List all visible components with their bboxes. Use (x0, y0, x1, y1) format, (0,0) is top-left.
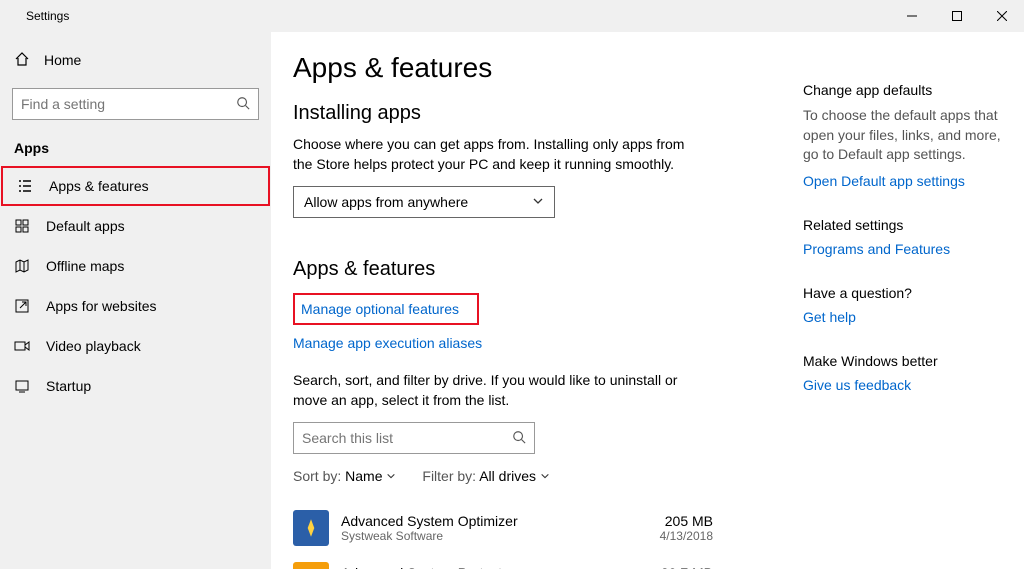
sidebar: Home Apps Apps & features Default apps O… (0, 32, 271, 569)
app-icon (293, 562, 329, 569)
filter-by-control[interactable]: Filter by: All drives (422, 468, 550, 484)
app-icon (293, 510, 329, 546)
make-windows-better-heading: Make Windows better (803, 353, 1004, 369)
titlebar: Settings (0, 0, 1024, 32)
nav-label: Default apps (46, 218, 125, 234)
sidebar-item-apps-features[interactable]: Apps & features (1, 166, 270, 206)
sort-by-control[interactable]: Sort by: Name (293, 468, 396, 484)
page-title: Apps & features (293, 52, 753, 84)
maximize-button[interactable] (934, 0, 979, 32)
nav-label: Apps for websites (46, 298, 157, 314)
installing-apps-heading: Installing apps (293, 102, 753, 125)
map-icon (14, 258, 30, 274)
chevron-down-icon (386, 468, 396, 484)
open-default-apps-link[interactable]: Open Default app settings (803, 173, 1004, 189)
home-label: Home (44, 52, 81, 68)
nav-label: Offline maps (46, 258, 124, 274)
window-title: Settings (26, 9, 69, 23)
open-icon (14, 298, 30, 314)
list-description: Search, sort, and filter by drive. If yo… (293, 371, 703, 410)
programs-features-link[interactable]: Programs and Features (803, 241, 1004, 257)
home-icon (14, 51, 30, 70)
change-defaults-body: To choose the default apps that open you… (803, 106, 1004, 165)
search-icon (512, 430, 526, 447)
sidebar-section-apps: Apps (0, 134, 271, 166)
sidebar-item-offline-maps[interactable]: Offline maps (0, 246, 271, 286)
video-icon (14, 338, 30, 354)
app-list-search[interactable] (293, 422, 535, 454)
apps-features-heading: Apps & features (293, 258, 753, 281)
app-date: 4/13/2018 (660, 529, 713, 543)
sidebar-item-default-apps[interactable]: Default apps (0, 206, 271, 246)
sidebar-item-startup[interactable]: Startup (0, 366, 271, 406)
search-icon (236, 96, 250, 113)
select-value: Allow apps from anywhere (304, 194, 468, 210)
manage-aliases-link[interactable]: Manage app execution aliases (293, 335, 482, 351)
change-defaults-heading: Change app defaults (803, 82, 1004, 98)
app-list-search-input[interactable] (302, 430, 512, 446)
nav-label: Apps & features (49, 178, 149, 194)
chevron-down-icon (532, 194, 544, 210)
installing-apps-description: Choose where you can get apps from. Inst… (293, 135, 703, 174)
startup-icon (14, 378, 30, 394)
sidebar-item-apps-for-websites[interactable]: Apps for websites (0, 286, 271, 326)
find-setting-input[interactable] (21, 96, 236, 112)
defaults-icon (14, 218, 30, 234)
list-icon (17, 178, 33, 194)
have-question-heading: Have a question? (803, 285, 1004, 301)
minimize-button[interactable] (889, 0, 934, 32)
app-publisher: Systweak Software (341, 529, 648, 543)
app-size: 205 MB (660, 513, 713, 529)
app-source-select[interactable]: Allow apps from anywhere (293, 186, 555, 218)
app-size: 20.7 MB (661, 565, 713, 569)
close-button[interactable] (979, 0, 1024, 32)
manage-optional-features-link[interactable]: Manage optional features (293, 293, 479, 325)
app-name: Advanced System Optimizer (341, 513, 648, 529)
sort-filter-bar: Sort by: Name Filter by: All drives (293, 468, 753, 484)
sidebar-item-video-playback[interactable]: Video playback (0, 326, 271, 366)
give-feedback-link[interactable]: Give us feedback (803, 377, 1004, 393)
nav-label: Startup (46, 378, 91, 394)
related-settings-heading: Related settings (803, 217, 1004, 233)
app-row[interactable]: Advanced System Protector Systweak Softw… (293, 554, 753, 569)
right-panel: Change app defaults To choose the defaul… (753, 52, 1024, 569)
nav-label: Video playback (46, 338, 141, 354)
app-row[interactable]: Advanced System Optimizer Systweak Softw… (293, 502, 753, 554)
find-setting-search[interactable] (12, 88, 259, 120)
main-panel: Apps & features Installing apps Choose w… (271, 32, 1024, 569)
chevron-down-icon (540, 468, 550, 484)
app-name: Advanced System Protector (341, 565, 649, 569)
home-nav[interactable]: Home (0, 40, 271, 80)
get-help-link[interactable]: Get help (803, 309, 1004, 325)
